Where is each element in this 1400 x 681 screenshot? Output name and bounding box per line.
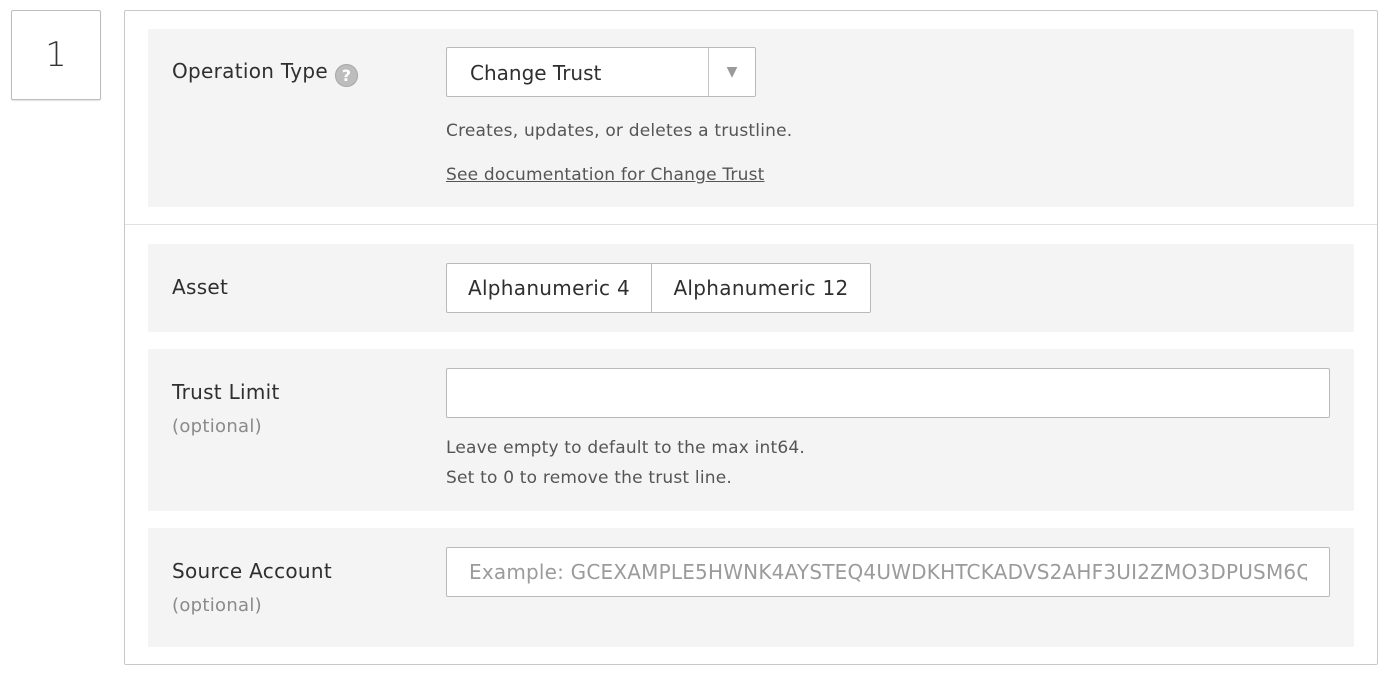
trust-limit-input[interactable] — [446, 368, 1330, 418]
alphanumeric-12-button[interactable]: Alphanumeric 12 — [652, 263, 871, 313]
trust-limit-panel: Trust Limit (optional) Leave empty to de… — [148, 349, 1354, 511]
section-divider — [125, 224, 1377, 225]
source-account-panel: Source Account (optional) — [148, 528, 1354, 647]
operation-type-label: Operation Type? — [172, 59, 359, 87]
trust-limit-label: Trust Limit — [172, 380, 280, 404]
step-number: 1 — [11, 10, 101, 100]
source-account-label: Source Account — [172, 559, 333, 583]
operation-type-label-text: Operation Type — [172, 59, 329, 83]
trust-limit-help-1: Leave empty to default to the max int64. — [446, 438, 806, 458]
trust-limit-help-2: Set to 0 to remove the trust line. — [446, 468, 732, 488]
operation-description: Creates, updates, or deletes a trustline… — [446, 121, 793, 141]
asset-type-toggle: Alphanumeric 4 Alphanumeric 12 — [446, 263, 871, 313]
chevron-down-icon[interactable]: ▼ — [709, 48, 755, 96]
source-account-input[interactable] — [446, 547, 1330, 597]
asset-label: Asset — [172, 275, 229, 299]
question-circle-icon[interactable]: ? — [335, 64, 359, 87]
operation-type-selected-value: Change Trust — [470, 61, 602, 85]
operation-container: Operation Type? Change Trust ▼ Creates, … — [124, 10, 1378, 665]
alphanumeric-4-button[interactable]: Alphanumeric 4 — [446, 263, 652, 313]
source-account-optional: (optional) — [172, 595, 262, 616]
trust-limit-optional: (optional) — [172, 416, 262, 437]
operation-type-select[interactable]: Change Trust ▼ — [446, 47, 756, 97]
documentation-link[interactable]: See documentation for Change Trust — [446, 165, 765, 185]
asset-panel: Asset Alphanumeric 4 Alphanumeric 12 — [148, 244, 1354, 332]
operation-type-panel: Operation Type? Change Trust ▼ Creates, … — [148, 29, 1354, 207]
